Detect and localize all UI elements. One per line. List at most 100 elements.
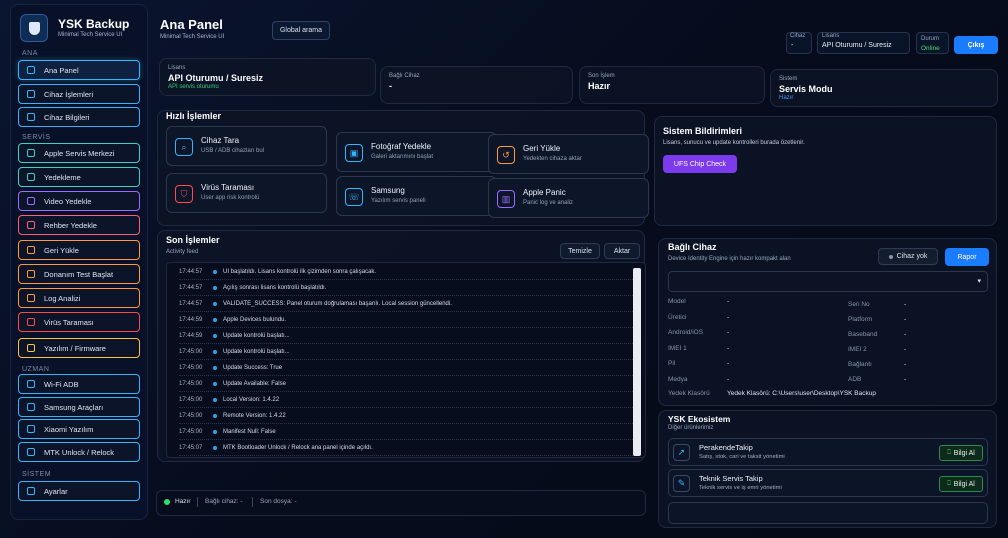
unlock-icon xyxy=(27,448,35,456)
quick-card-4[interactable]: ☏ Samsung Yazılım servis paneli xyxy=(336,176,497,216)
device-field-key: ADB xyxy=(848,376,862,383)
no-device-label: Cihaz yok xyxy=(896,253,928,260)
activity-scrollbar[interactable] xyxy=(633,268,641,456)
sidebar-item-0[interactable]: Ana Panel xyxy=(18,60,140,80)
sidebar-item-13[interactable]: Samsung Araçları xyxy=(18,397,140,417)
activity-log-list: 17:44:57 UI başlatıldı. Lisans kontrolü i… xyxy=(166,262,646,458)
ecosystem-title: YSK Ekosistem xyxy=(668,414,731,424)
sidebar-item-1[interactable]: Cihaz İşlemleri xyxy=(18,84,140,104)
wifi-icon xyxy=(27,380,35,388)
ready-dot-icon xyxy=(164,499,170,505)
chart-icon: ▥ xyxy=(497,190,515,208)
quick-card-2[interactable]: ↺ Geri Yükle Yedekten cihaza aktar xyxy=(488,134,649,174)
sidebar-item-2[interactable]: Cihaz Bilgileri xyxy=(18,107,140,127)
log-row: 17:44:57 Açılış sonrası lisans kontrolü b… xyxy=(179,281,633,296)
stat-label: Lisans xyxy=(168,65,186,71)
sidebar-item-12[interactable]: Wi-Fi ADB xyxy=(18,374,140,394)
wrench-icon: ✎ xyxy=(673,475,690,492)
sidebar-item-14[interactable]: Xiaomi Yazılım xyxy=(18,419,140,439)
device-field-key: Platform xyxy=(848,316,873,323)
ecosystem-item-title: Teknik Servis Takip xyxy=(699,474,763,483)
stat-label: Sistem xyxy=(779,76,798,82)
quick-card-5[interactable]: ▥ Apple Panic Panic log ve analiz xyxy=(488,178,649,218)
sidebar-item-label: Apple Servis Merkezi xyxy=(44,148,115,158)
logout-button[interactable]: Çıkış xyxy=(954,36,998,54)
stat-card: Bağlı Cihaz - xyxy=(380,66,573,104)
log-dot-icon xyxy=(213,286,217,290)
sidebar-item-10[interactable]: Virüs Taraması xyxy=(18,312,140,332)
log-row: 17:45:00 Update kontrolü başlatı... xyxy=(179,345,633,360)
quick-card-subtitle: Yazılım servis paneli xyxy=(371,198,426,204)
quick-card-0[interactable]: ⌕ Cihaz Tara USB / ADB cihazları bul xyxy=(166,126,327,166)
stat-value: Servis Modu xyxy=(779,84,833,94)
quick-card-subtitle: Galeri aktarımını başlat xyxy=(371,154,434,160)
info-button[interactable]: ⎕ Bilgi Al xyxy=(939,476,983,492)
stat-value: API Oturumu / Suresiz xyxy=(168,73,264,83)
ecosystem-item-subtitle: Satış, stok, cari ve taksit yönetimi xyxy=(699,454,785,460)
stat-value: - xyxy=(389,81,392,91)
device-field-value: - xyxy=(904,301,907,308)
log-text: Update Available: False xyxy=(223,381,286,387)
export-button[interactable]: Aktar xyxy=(604,243,640,259)
sidebar-item-9[interactable]: Log Analizi xyxy=(18,288,140,308)
quick-card-title: Apple Panic xyxy=(523,188,566,197)
quick-card-1[interactable]: ▣ Fotoğraf Yedekle Galeri aktarımını başla… xyxy=(336,132,497,172)
sidebar-item-15[interactable]: MTK Unlock / Relock xyxy=(18,442,140,462)
quick-card-subtitle: User app risk kontrolü xyxy=(201,195,260,201)
status-dot-icon xyxy=(888,254,893,259)
shield-icon xyxy=(27,318,35,326)
log-time: 17:44:57 xyxy=(179,285,203,291)
log-text: Update kontrolü başlatı... xyxy=(223,349,290,355)
sidebar-item-5[interactable]: Video Yedekle xyxy=(18,191,140,211)
info-icon: ⎕ xyxy=(947,449,951,456)
log-time: 17:44:59 xyxy=(179,333,203,339)
phone-icon xyxy=(27,425,35,433)
log-dot-icon xyxy=(213,270,217,274)
device-field-key: Bağlantı xyxy=(848,361,872,368)
stat-sub: API servis oturumu xyxy=(168,84,219,90)
sidebar-item-8[interactable]: Donanım Test Başlat xyxy=(18,264,140,284)
log-row: 17:45:00 Manifest Null: False xyxy=(179,425,633,440)
log-separator xyxy=(179,295,633,296)
cloud-icon xyxy=(27,173,35,181)
sidebar-item-6[interactable]: Rehber Yedekle xyxy=(18,215,140,235)
device-field-value: - xyxy=(904,331,907,338)
device-field-key: Android/iOS xyxy=(668,329,704,336)
phone-icon: ☏ xyxy=(345,188,363,206)
info-button[interactable]: ⎕ Bilgi Al xyxy=(939,445,983,461)
device-field-value: - xyxy=(904,316,907,323)
ufs-chip-check-button[interactable]: UFS Chip Check xyxy=(663,155,737,173)
restore-icon: ↺ xyxy=(497,146,515,164)
sidebar-item-16[interactable]: Ayarlar xyxy=(18,481,140,501)
global-search-button[interactable]: Global arama xyxy=(272,21,330,40)
clear-button[interactable]: Temizle xyxy=(560,243,600,259)
chevron-down-icon: ▾ xyxy=(977,278,981,285)
report-button[interactable]: Rapor xyxy=(945,248,989,266)
sidebar-section-servis: SERVİS xyxy=(22,134,51,141)
restore-icon xyxy=(27,246,35,254)
sidebar-item-label: Cihaz Bilgileri xyxy=(44,112,90,122)
log-dot-icon xyxy=(213,366,217,370)
stat-card: Son İşlem Hazır xyxy=(579,66,765,104)
sidebar-item-label: Yazılım / Firmware xyxy=(44,343,106,353)
log-dot-icon xyxy=(213,398,217,402)
quick-card-3[interactable]: ⛉ Virüs Taraması User app risk kontrolü xyxy=(166,173,327,213)
log-row: 17:45:00 Update Success: True xyxy=(179,361,633,376)
sidebar-section-sistem: SİSTEM xyxy=(22,471,52,478)
sidebar-section-ana: ANA xyxy=(22,50,38,57)
contacts-icon xyxy=(27,221,35,229)
log-row: 17:44:57 VALIDATE_SUCCESS: Panel oturum d… xyxy=(179,297,633,312)
sidebar-item-7[interactable]: Geri Yükle xyxy=(18,240,140,260)
ecosystem-item-title: PerakendeTakip xyxy=(699,443,753,452)
log-text: VALIDATE_SUCCESS: Panel oturum doğrulama… xyxy=(223,301,452,307)
log-text: Apple Devices bulundu. xyxy=(223,317,287,323)
sidebar-item-label: Yedekleme xyxy=(44,172,81,182)
sidebar-item-3[interactable]: Apple Servis Merkezi xyxy=(18,143,140,163)
sidebar-item-4[interactable]: Yedekleme xyxy=(18,167,140,187)
header-license-label: Lisans xyxy=(822,33,840,39)
device-select[interactable]: ▾ xyxy=(668,271,988,292)
app-subtitle: Minimal Tech Service UI xyxy=(58,32,123,38)
sidebar-item-11[interactable]: Yazılım / Firmware xyxy=(18,338,140,358)
firmware-icon xyxy=(27,344,35,352)
log-separator xyxy=(179,359,633,360)
